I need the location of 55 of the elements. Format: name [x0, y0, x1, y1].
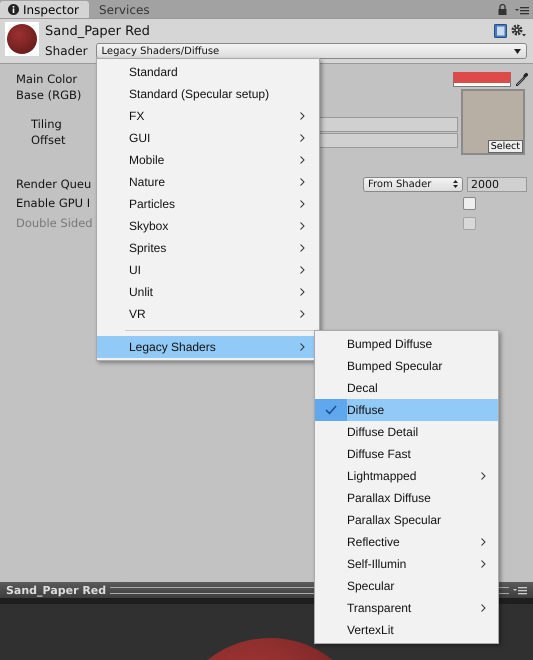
menu-item[interactable]: Unlit — [97, 281, 319, 303]
menu-item[interactable]: Sprites — [97, 237, 319, 259]
property-label: Tiling — [31, 117, 62, 131]
shader-dropdown[interactable]: Legacy Shaders/Diffuse — [96, 43, 527, 59]
property-label: Enable GPU I — [16, 196, 90, 210]
preview-title: Sand_Paper Red — [6, 584, 106, 596]
tab[interactable]: Services — [90, 1, 160, 18]
menu-item[interactable]: Particles — [97, 193, 319, 215]
menu-item[interactable]: Transparent — [315, 597, 498, 619]
property-label: Offset — [31, 133, 66, 147]
menu-item[interactable]: Diffuse — [315, 399, 498, 421]
menu-icon[interactable] — [513, 586, 527, 594]
menu-item[interactable]: Skybox — [97, 215, 319, 237]
menu-icon[interactable] — [515, 6, 529, 15]
caret-icon — [514, 48, 521, 54]
property-label: Double Sided — [16, 216, 93, 230]
menu-item[interactable]: Standard — [97, 61, 319, 83]
menu-item[interactable]: Parallax Diffuse — [315, 487, 498, 509]
up-down-caret-icon — [453, 180, 458, 188]
material-thumbnail — [5, 22, 39, 56]
menu-item[interactable]: Standard (Specular setup) — [97, 83, 319, 105]
checkmark-icon — [325, 405, 337, 415]
menu-item[interactable]: Parallax Specular — [315, 509, 498, 531]
checkbox[interactable] — [463, 196, 476, 210]
menu-item[interactable]: Diffuse Fast — [315, 443, 498, 465]
queue-dropdown[interactable]: From Shader — [363, 176, 463, 192]
menu-item[interactable]: Nature — [97, 171, 319, 193]
shader-label: Shader — [45, 44, 88, 58]
menu-item[interactable]: Decal — [315, 377, 498, 399]
property-label: Render Queu — [16, 177, 92, 191]
material-name: Sand_Paper Red — [45, 24, 150, 38]
menu-item[interactable]: Bumped Specular — [315, 355, 498, 377]
menu-item[interactable]: Specular — [315, 575, 498, 597]
menu-item[interactable]: VR — [97, 303, 319, 325]
menu-item[interactable]: Mobile — [97, 149, 319, 171]
menu-item[interactable]: GUI — [97, 127, 319, 149]
queue-field[interactable]: 2000 — [467, 176, 527, 192]
tab[interactable]: Inspector — [0, 1, 89, 18]
property-label: Base (RGB) — [16, 88, 82, 102]
info-icon — [8, 4, 19, 15]
menu-item[interactable]: VertexLit — [315, 619, 498, 641]
color-swatch[interactable] — [453, 72, 511, 86]
menu-item[interactable]: Self-Illumin — [315, 553, 498, 575]
menu-item[interactable]: Reflective — [315, 531, 498, 553]
help-book-icon[interactable] — [494, 24, 507, 38]
settings-icon[interactable] — [511, 24, 527, 38]
texture-slot[interactable]: Select — [461, 89, 525, 155]
property-label: Main Color — [16, 72, 78, 86]
select-button[interactable]: Select — [488, 140, 523, 153]
eyedropper-icon[interactable] — [515, 72, 529, 86]
lock-icon[interactable] — [498, 4, 507, 15]
menu-item[interactable]: Lightmapped — [315, 465, 498, 487]
menu-item[interactable]: FX — [97, 105, 319, 127]
menu-item[interactable]: Diffuse Detail — [315, 421, 498, 443]
menu-item[interactable]: UI — [97, 259, 319, 281]
